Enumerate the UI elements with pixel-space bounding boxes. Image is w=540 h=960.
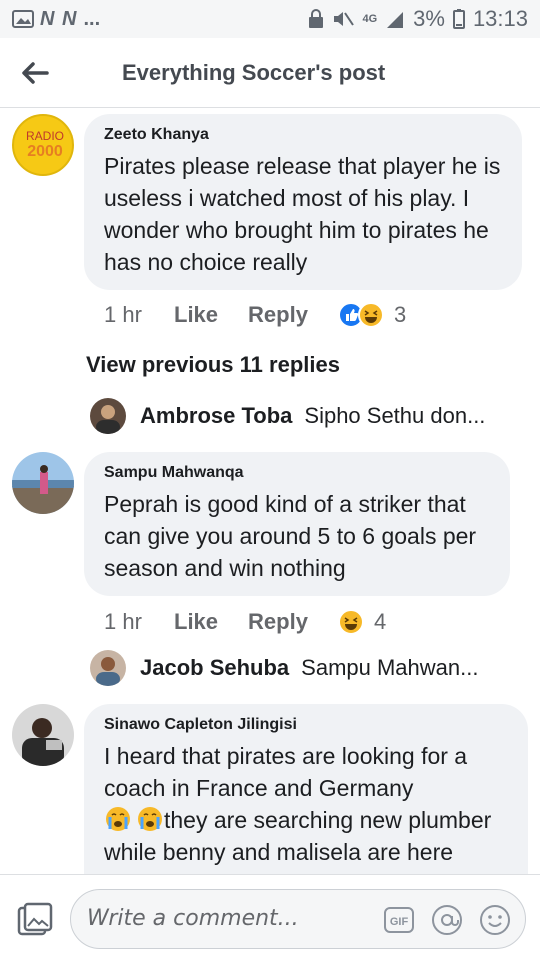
smiley-icon [480,905,510,935]
reply-preview[interactable]: Ambrose Toba Sipho Sethu don... [90,398,485,434]
reply-snippet: Sipho Sethu don... [304,403,486,428]
image-icon [12,10,34,28]
reply-button[interactable]: Reply [248,302,308,328]
comment-bubble[interactable]: Zeeto Khanya Pirates please release that… [84,114,522,290]
gif-label: GIF [390,916,409,928]
battery-icon [452,9,465,29]
status-right: 4G 3% 13:13 [308,6,528,32]
crying-face-icon [138,807,162,831]
comment-composer: Write a comment... GIF [0,874,540,960]
avatar[interactable] [90,398,126,434]
svg-text:RADIO: RADIO [26,129,64,143]
post-header: Everything Soccer's post [0,38,540,108]
reaction-count: 4 [373,609,387,634]
at-icon [432,905,462,935]
like-button[interactable]: Like [174,302,218,328]
comment-actions: 1 hr Like Reply 3 [104,302,406,328]
haha-reaction-icon [337,609,364,635]
comment-time[interactable]: 1 hr [104,609,174,635]
comment-author[interactable]: Zeeto Khanya [104,126,502,144]
status-bar: N N ... 4G 3% 13:13 [0,0,540,38]
photo-icon [17,902,53,936]
comment-time[interactable]: 1 hr [104,302,174,328]
radio-logo-icon: RADIO 2000 [26,129,64,160]
comment-bubble[interactable]: Sampu Mahwanqa Peprah is good kind of a … [84,452,510,596]
back-button[interactable] [0,38,70,108]
carrier-letters: N N [40,7,78,30]
battery-percent: 3% [413,6,445,31]
reply-author[interactable]: Jacob Sehuba [140,655,289,681]
avatar[interactable] [12,452,74,514]
mute-icon [334,12,355,26]
comment-text-part1: I heard that pirates are looking for a c… [104,743,468,801]
page-title: Everything Soccer's post [122,59,386,85]
reaction-summary[interactable]: 3 [337,302,407,328]
like-button[interactable]: Like [174,609,218,635]
comment-text: I heard that pirates are looking for a c… [104,740,508,868]
reply-preview[interactable]: Jacob Sehuba Sampu Mahwan... [90,650,478,686]
status-more: ... [83,7,101,30]
comments-feed[interactable]: RADIO 2000 Zeeto Khanya Pirates please r… [0,108,540,874]
avatar[interactable]: RADIO 2000 [12,114,74,176]
svg-text:2000: 2000 [27,143,63,160]
gif-icon: GIF [384,907,414,933]
reaction-count: 3 [393,302,407,327]
crying-face-icon [106,807,130,831]
reply-button[interactable]: Reply [248,609,308,635]
lock-icon [309,9,324,28]
signal-icon [387,12,404,28]
comment-text: Pirates please release that player he is… [104,153,501,275]
clock: 13:13 [472,6,528,31]
reply-author[interactable]: Ambrose Toba [140,403,292,429]
comment-bubble[interactable]: Sinawo Capleton Jilingisi I heard that p… [84,704,528,874]
photo-button[interactable] [16,901,54,939]
mention-button[interactable] [431,904,463,936]
comment-text: Peprah is good kind of a striker that ca… [104,491,477,581]
gif-button[interactable]: GIF [383,904,415,936]
comment-author[interactable]: Sampu Mahwanqa [104,464,490,482]
comment-input[interactable]: Write a comment... GIF [70,889,526,949]
avatar[interactable] [12,704,74,766]
view-previous-replies[interactable]: View previous 11 replies [86,352,340,378]
avatar[interactable] [90,650,126,686]
comment-placeholder: Write a comment... [87,906,299,931]
comment-actions: 1 hr Like Reply 4 [104,609,386,635]
arrow-left-icon [22,61,49,84]
reply-snippet: Sampu Mahwan... [301,655,479,680]
status-left: N N ... [12,8,100,31]
comment-author[interactable]: Sinawo Capleton Jilingisi [104,716,508,734]
haha-reaction-icon [357,302,384,328]
reaction-summary[interactable]: 4 [337,609,387,635]
network-type: 4G [362,13,378,25]
emoji-button[interactable] [479,904,511,936]
